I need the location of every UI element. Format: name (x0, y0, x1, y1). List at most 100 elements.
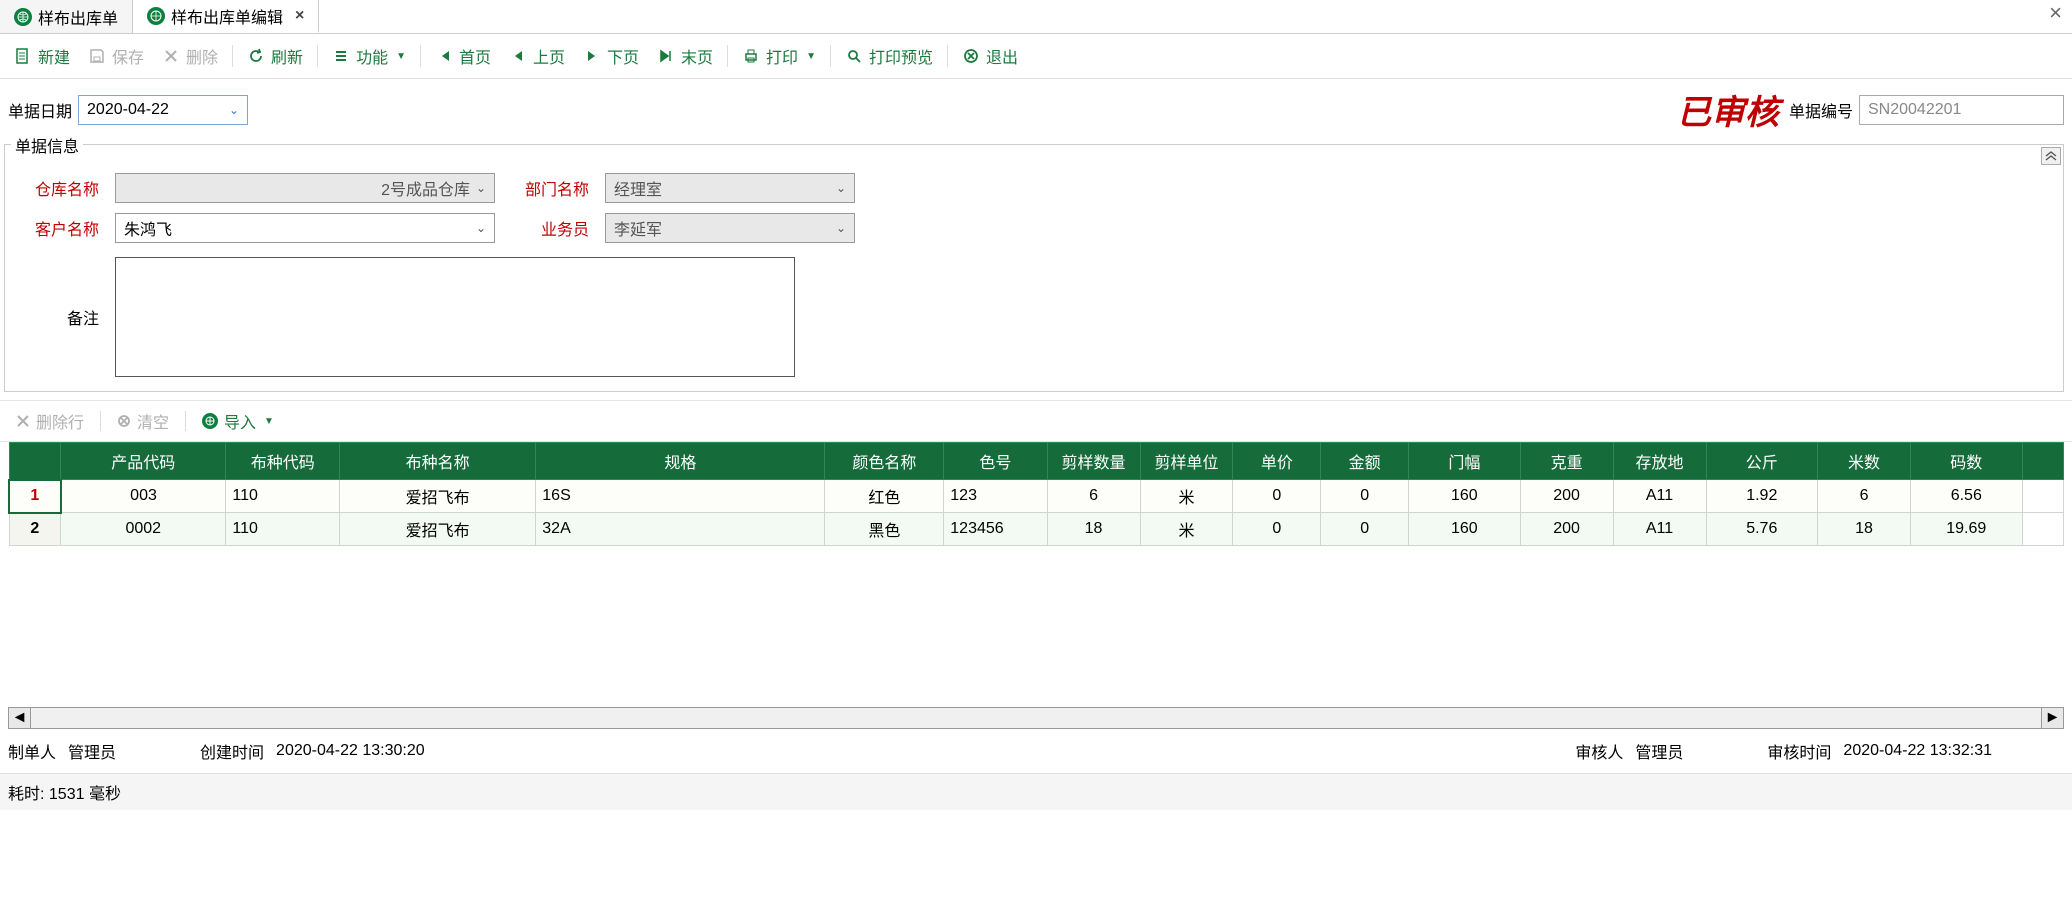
last-page-button[interactable]: 末页 (649, 40, 721, 72)
footer: 制单人 管理员 创建时间 2020-04-22 13:30:20 审核人 管理员… (0, 729, 2072, 773)
cell[interactable]: 米 (1140, 513, 1233, 546)
chevron-down-icon: ⌄ (476, 181, 486, 195)
column-header[interactable]: 金额 (1321, 443, 1409, 480)
notes-textarea[interactable] (115, 257, 795, 377)
new-button[interactable]: 新建 (6, 40, 78, 72)
data-table[interactable]: 产品代码布种代码布种名称规格颜色名称色号剪样数量剪样单位单价金额门幅克重存放地公… (8, 442, 2064, 546)
table-row[interactable]: 20002110爱招飞布32A黑色12345618米00160200A115.7… (9, 513, 2064, 546)
column-header[interactable]: 产品代码 (61, 443, 226, 480)
row-number[interactable]: 1 (9, 480, 61, 513)
cell[interactable]: 123 (944, 480, 1047, 513)
tab-sample-out-edit[interactable]: 样布出库单编辑 × (133, 0, 319, 33)
table-row[interactable]: 1003110爱招飞布16S红色1236米00160200A111.9266.5… (9, 480, 2064, 513)
spare-cell (2022, 480, 2063, 513)
column-header[interactable]: 公斤 (1706, 443, 1818, 480)
close-all-icon[interactable]: × (2049, 0, 2062, 26)
docno-input[interactable]: SN20042201 (1859, 95, 2064, 125)
cell[interactable]: 爱招飞布 (340, 513, 536, 546)
cell[interactable]: 0 (1233, 480, 1321, 513)
dept-input[interactable]: 经理室 ⌄ (605, 173, 855, 203)
cell[interactable]: 32A (536, 513, 825, 546)
column-header[interactable]: 布种名称 (340, 443, 536, 480)
cell[interactable]: 0 (1233, 513, 1321, 546)
print-button[interactable]: 打印 ▼ (734, 40, 824, 72)
chevron-down-icon: ⌄ (836, 181, 846, 195)
warehouse-input[interactable]: 2号成品仓库 ⌄ (115, 173, 495, 203)
function-button[interactable]: 功能 ▼ (324, 40, 414, 72)
cell[interactable]: 5.76 (1706, 513, 1818, 546)
create-time-value: 2020-04-22 13:30:20 (276, 742, 425, 760)
warehouse-label: 仓库名称 (15, 176, 105, 200)
elapsed-label: 耗时: (8, 786, 44, 803)
cell[interactable]: 6 (1047, 480, 1140, 513)
column-header[interactable]: 米数 (1818, 443, 1911, 480)
scroll-right-icon[interactable]: ► (2041, 708, 2063, 728)
import-button[interactable]: 导入 ▼ (196, 407, 280, 435)
scroll-left-icon[interactable]: ◄ (9, 708, 31, 728)
notes-label: 备注 (15, 305, 105, 329)
chevron-down-icon: ⌄ (836, 221, 846, 235)
cell[interactable]: 160 (1409, 513, 1521, 546)
cell[interactable]: 爱招飞布 (340, 480, 536, 513)
cell[interactable]: 18 (1047, 513, 1140, 546)
salesman-input[interactable]: 李延军 ⌄ (605, 213, 855, 243)
cell[interactable]: 003 (61, 480, 226, 513)
save-button: 保存 (80, 40, 152, 72)
horizontal-scrollbar[interactable]: ◄ ► (8, 707, 2064, 729)
prev-page-button[interactable]: 上页 (501, 40, 573, 72)
column-header[interactable]: 剪样数量 (1047, 443, 1140, 480)
column-header[interactable]: 色号 (944, 443, 1047, 480)
cell[interactable]: A11 (1613, 513, 1706, 546)
cell[interactable]: 110 (226, 480, 340, 513)
cell[interactable]: 200 (1520, 513, 1613, 546)
cell[interactable]: 红色 (825, 480, 944, 513)
print-preview-button[interactable]: 打印预览 (837, 40, 941, 72)
exit-button[interactable]: 退出 (954, 40, 1026, 72)
cell[interactable]: 16S (536, 480, 825, 513)
cell[interactable]: 6.56 (1911, 480, 2023, 513)
cell[interactable]: 200 (1520, 480, 1613, 513)
close-icon[interactable]: × (295, 7, 304, 25)
cell[interactable]: 米 (1140, 480, 1233, 513)
column-header[interactable]: 颜色名称 (825, 443, 944, 480)
column-header[interactable]: 克重 (1520, 443, 1613, 480)
refresh-button[interactable]: 刷新 (239, 40, 311, 72)
first-page-button[interactable]: 首页 (427, 40, 499, 72)
cell[interactable]: 18 (1818, 513, 1911, 546)
tab-sample-out-list[interactable]: 样布出库单 (0, 0, 133, 33)
cell[interactable]: 19.69 (1911, 513, 2023, 546)
elapsed-value: 1531 毫秒 (49, 786, 121, 803)
next-page-button[interactable]: 下页 (575, 40, 647, 72)
cell[interactable]: 6 (1818, 480, 1911, 513)
collapse-button[interactable] (2041, 147, 2061, 165)
cell[interactable]: 160 (1409, 480, 1521, 513)
clear-button: 清空 (111, 407, 175, 435)
column-header[interactable]: 单价 (1233, 443, 1321, 480)
cell[interactable]: 黑色 (825, 513, 944, 546)
column-header[interactable]: 码数 (1911, 443, 2023, 480)
cell[interactable]: 110 (226, 513, 340, 546)
cell[interactable]: 0 (1321, 480, 1409, 513)
row-number[interactable]: 2 (9, 513, 61, 546)
dept-label: 部门名称 (505, 176, 595, 200)
fieldset-legend: 单据信息 (11, 133, 83, 157)
cell[interactable]: 0 (1321, 513, 1409, 546)
chevron-down-icon: ⌄ (229, 103, 239, 117)
column-header[interactable]: 剪样单位 (1140, 443, 1233, 480)
refresh-icon (247, 47, 265, 65)
form-fieldset: 单据信息 仓库名称 2号成品仓库 ⌄ 部门名称 经理室 ⌄ 客户名称 朱鸿飞 ⌄… (4, 144, 2064, 392)
cell[interactable]: 1.92 (1706, 480, 1818, 513)
customer-input[interactable]: 朱鸿飞 ⌄ (115, 213, 495, 243)
cell[interactable]: 123456 (944, 513, 1047, 546)
date-input[interactable]: 2020-04-22 ⌄ (78, 95, 248, 125)
delete-button: 删除 (154, 40, 226, 72)
column-header[interactable]: 门幅 (1409, 443, 1521, 480)
cell[interactable]: A11 (1613, 480, 1706, 513)
column-header[interactable]: 存放地 (1613, 443, 1706, 480)
cell[interactable]: 0002 (61, 513, 226, 546)
column-header[interactable]: 布种代码 (226, 443, 340, 480)
create-time-label: 创建时间 (200, 739, 264, 763)
column-header[interactable]: 规格 (536, 443, 825, 480)
double-chevron-up-icon (2045, 151, 2057, 161)
auditor-label: 审核人 (1575, 739, 1623, 763)
